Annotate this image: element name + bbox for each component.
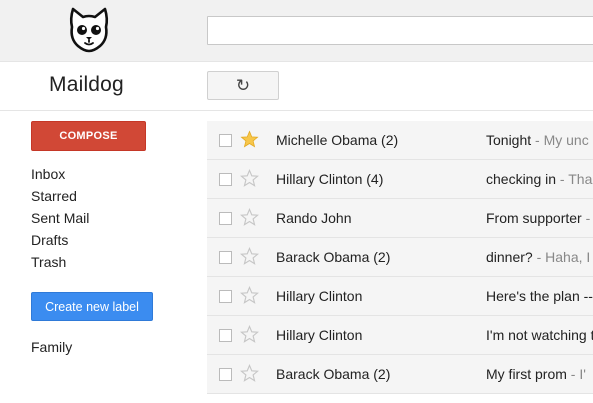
sidebar-item-sent-mail[interactable]: Sent Mail xyxy=(31,207,89,229)
row-checkbox[interactable] xyxy=(219,134,232,147)
row-checkbox[interactable] xyxy=(219,173,232,186)
sidebar-item-starred[interactable]: Starred xyxy=(31,185,89,207)
message-snippet: My first prom - I' xyxy=(486,366,586,382)
sidebar-label-family[interactable]: Family xyxy=(31,339,72,355)
star-icon-filled[interactable] xyxy=(240,130,259,149)
message-snippet: Tonight - My unc xyxy=(486,132,589,148)
message-row[interactable]: Hillary Clinton Here's the plan -- xyxy=(207,277,593,316)
message-row[interactable]: Hillary Clinton I'm not watching t xyxy=(207,316,593,355)
message-sender: Michelle Obama (2) xyxy=(276,132,399,148)
message-subject: dinner? xyxy=(486,249,533,265)
refresh-button[interactable]: ↻ xyxy=(207,71,279,100)
message-subject: checking in xyxy=(486,171,557,187)
top-bar xyxy=(0,0,593,62)
message-row[interactable]: Hillary Clinton (4) checking in - Tha xyxy=(207,160,593,199)
star-icon[interactable] xyxy=(240,208,259,227)
message-subject: Tonight xyxy=(486,132,532,148)
message-preview: - I' xyxy=(566,366,586,382)
message-snippet: Here's the plan -- xyxy=(486,288,593,304)
message-snippet: checking in - Tha xyxy=(486,171,592,187)
create-new-label-button[interactable]: Create new label xyxy=(31,292,153,321)
refresh-icon: ↻ xyxy=(235,75,251,95)
message-sender: Barack Obama (2) xyxy=(276,249,391,265)
message-snippet: I'm not watching t xyxy=(486,327,593,343)
search-input[interactable] xyxy=(207,16,593,45)
message-row[interactable]: Barack Obama (2) dinner? - Haha, I xyxy=(207,238,593,277)
sidebar-item-trash[interactable]: Trash xyxy=(31,251,89,273)
sidebar-item-drafts[interactable]: Drafts xyxy=(31,229,89,251)
message-subject: From supporter xyxy=(486,210,582,226)
message-row[interactable]: Barack Obama (2) My first prom - I' xyxy=(207,355,593,394)
message-sender: Hillary Clinton xyxy=(276,327,363,343)
row-checkbox[interactable] xyxy=(219,329,232,342)
message-sender: Barack Obama (2) xyxy=(276,366,391,382)
row-checkbox[interactable] xyxy=(219,212,232,225)
message-snippet: From supporter - xyxy=(486,210,590,226)
message-subject: Here's the plan -- xyxy=(486,288,593,304)
sidebar-item-inbox[interactable]: Inbox xyxy=(31,163,89,185)
star-icon[interactable] xyxy=(240,325,259,344)
message-row[interactable]: Michelle Obama (2) Tonight - My unc xyxy=(207,121,593,160)
message-preview: - Tha xyxy=(556,171,593,187)
sidebar-nav: Inbox Starred Sent Mail Drafts Trash xyxy=(31,163,89,273)
message-subject: My first prom xyxy=(486,366,567,382)
star-icon[interactable] xyxy=(240,247,259,266)
message-preview: - My unc xyxy=(531,132,589,148)
app-title: Maildog xyxy=(49,73,124,96)
row-checkbox[interactable] xyxy=(219,251,232,264)
message-list: Michelle Obama (2) Tonight - My unc Hill… xyxy=(207,121,593,394)
star-icon[interactable] xyxy=(240,364,259,383)
message-subject: I'm not watching t xyxy=(486,327,593,343)
star-icon[interactable] xyxy=(240,286,259,305)
message-sender: Rando John xyxy=(276,210,352,226)
maildog-logo-icon[interactable] xyxy=(64,5,114,55)
row-checkbox[interactable] xyxy=(219,368,232,381)
message-row[interactable]: Rando John From supporter - xyxy=(207,199,593,238)
star-icon[interactable] xyxy=(240,169,259,188)
row-checkbox[interactable] xyxy=(219,290,232,303)
compose-button[interactable]: COMPOSE xyxy=(31,121,146,151)
message-snippet: dinner? - Haha, I xyxy=(486,249,590,265)
message-sender: Hillary Clinton (4) xyxy=(276,171,384,187)
message-preview: - xyxy=(581,210,591,226)
message-sender: Hillary Clinton xyxy=(276,288,363,304)
message-preview: - Haha, I xyxy=(532,249,591,265)
